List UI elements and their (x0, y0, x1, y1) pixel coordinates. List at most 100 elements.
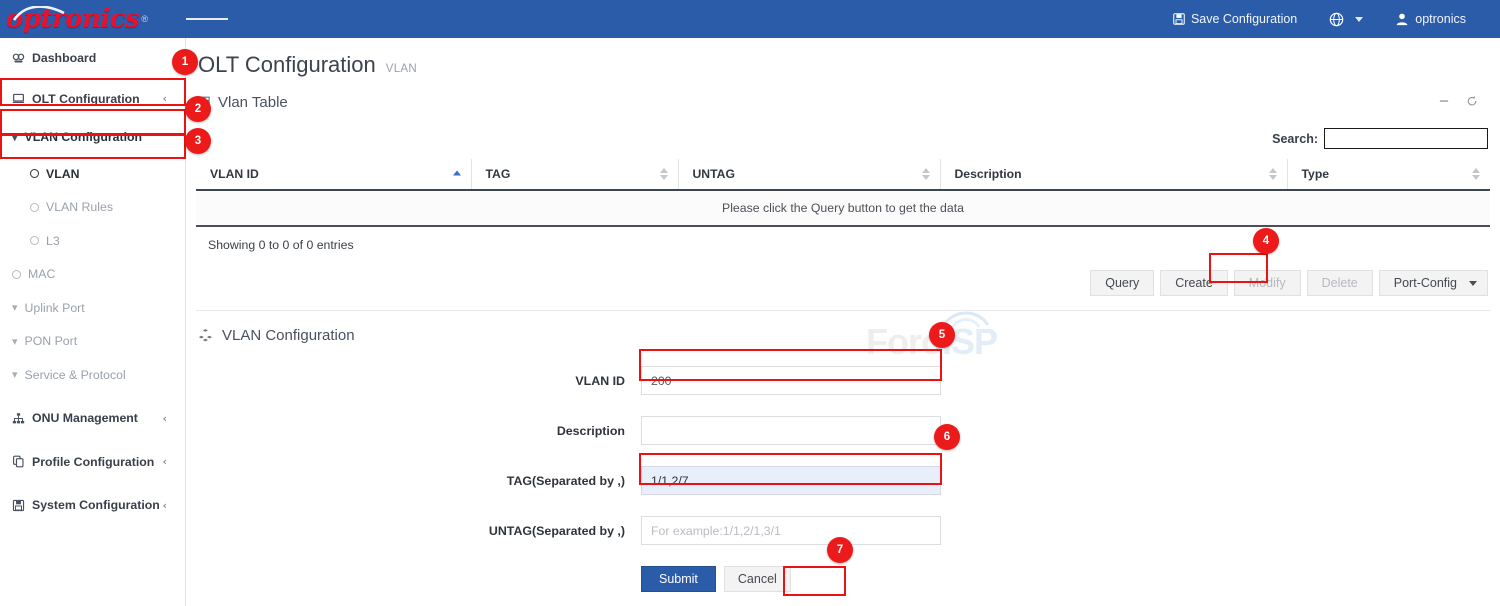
sitemap-icon (12, 412, 32, 425)
form-row-description: Description (186, 416, 1500, 445)
sort-icon (660, 168, 668, 180)
annotation-badge-3: 3 (185, 128, 211, 154)
sidebar-item-dashboard[interactable]: Dashboard (0, 46, 185, 71)
sidebar-item-uplink-port[interactable]: ▾ Uplink Port (0, 296, 185, 321)
ring-icon (30, 169, 39, 178)
username-label: optronics (1415, 12, 1466, 26)
column-header-vlan-id[interactable]: VLAN ID (196, 159, 471, 190)
vlan-table: VLAN ID TAG UNTAG Description (196, 159, 1490, 227)
logo-registered-mark: ® (141, 14, 148, 24)
chevron-down-icon: ▾ (12, 301, 18, 314)
column-header-label: Type (1302, 167, 1330, 181)
table-empty-message: Please click the Query button to get the… (196, 190, 1490, 226)
sidebar-item-pon-port[interactable]: ▾ PON Port (0, 329, 185, 354)
description-input[interactable] (641, 416, 941, 445)
globe-icon (1329, 12, 1344, 27)
page-breadcrumb: VLAN (386, 63, 417, 75)
annotation-badge-2: 2 (185, 96, 211, 122)
hamburger-icon-line (186, 18, 200, 20)
column-header-tag[interactable]: TAG (471, 159, 678, 190)
sidebar-item-mac[interactable]: MAC (0, 262, 185, 287)
sidebar-item-profile-configuration[interactable]: Profile Configuration ‹ (0, 450, 185, 475)
submit-button[interactable]: Submit (641, 566, 716, 592)
sidebar-item-label: PON Port (25, 334, 185, 348)
sidebar-item-system-configuration[interactable]: System Configuration ‹ (0, 493, 185, 518)
column-header-untag[interactable]: UNTAG (678, 159, 940, 190)
form-submit-spacer (186, 566, 641, 592)
monitor-icon (12, 92, 32, 105)
sidebar-item-label: System Configuration (32, 498, 162, 512)
logo-text: optronics (6, 6, 139, 32)
tag-label: TAG(Separated by ,) (186, 474, 641, 488)
sidebar-toggle-button[interactable] (186, 0, 228, 38)
untag-input[interactable] (641, 516, 941, 545)
table-entries-info: Showing 0 to 0 of 0 entries (196, 227, 1490, 252)
vlan-table-panel: Vlan Table Search: (196, 90, 1490, 296)
chevron-down-icon: ▾ (12, 335, 18, 348)
annotation-badge-5: 5 (929, 322, 955, 348)
save-disk-icon (1173, 13, 1185, 25)
user-icon (1395, 12, 1409, 26)
panel-header: Vlan Table (196, 90, 1490, 114)
sidebar-item-label: Service & Protocol (25, 368, 185, 382)
save-disk-icon (12, 499, 32, 512)
cancel-button[interactable]: Cancel (724, 566, 791, 592)
chevron-left-icon: ‹ (162, 499, 185, 512)
refresh-icon[interactable] (1466, 95, 1478, 109)
chevron-down-icon: ▾ (12, 368, 18, 381)
chevron-left-icon: ‹ (162, 455, 185, 468)
vlan-id-input[interactable] (641, 366, 941, 395)
sidebar-item-label: VLAN Configuration (25, 130, 185, 144)
chevron-down-icon: ▾ (12, 131, 18, 144)
chevron-down-icon (1355, 17, 1363, 22)
sort-icon (1269, 168, 1277, 180)
column-header-label: VLAN ID (210, 167, 259, 181)
page-title: OLT Configuration (198, 52, 376, 78)
brand-logo[interactable]: optronics ® (0, 0, 186, 38)
sidebar-item-l3[interactable]: L3 (0, 229, 185, 254)
modify-button[interactable]: Modify (1234, 270, 1301, 296)
column-header-type[interactable]: Type (1287, 159, 1490, 190)
copy-icon (12, 455, 32, 468)
sidebar-item-vlan[interactable]: VLAN (0, 162, 185, 187)
column-header-label: Description (955, 167, 1022, 181)
save-configuration-label: Save Configuration (1191, 12, 1297, 26)
port-config-label: Port-Config (1394, 276, 1457, 290)
search-input[interactable] (1324, 128, 1488, 149)
application-root: optronics ® Save Configuration (0, 0, 1500, 606)
column-header-label: TAG (486, 167, 511, 181)
main-content-area: OLT Configuration VLAN Vlan Table (186, 38, 1500, 606)
sidebar-item-label: ONU Management (32, 411, 162, 425)
panel-title: Vlan Table (218, 94, 288, 111)
minimize-icon[interactable] (1438, 95, 1450, 109)
port-config-button[interactable]: Port-Config (1379, 270, 1488, 296)
sidebar-item-olt-configuration[interactable]: OLT Configuration ‹ (0, 87, 185, 112)
delete-button[interactable]: Delete (1307, 270, 1373, 296)
column-header-label: UNTAG (693, 167, 735, 181)
ring-icon (30, 236, 39, 245)
save-configuration-button[interactable]: Save Configuration (1157, 0, 1313, 38)
annotation-badge-1: 1 (172, 49, 198, 75)
sidebar-item-label: Uplink Port (25, 301, 185, 315)
sidebar-item-service-protocol[interactable]: ▾ Service & Protocol (0, 363, 185, 388)
form-submit-row: Submit Cancel (186, 566, 1500, 592)
create-button[interactable]: Create (1160, 270, 1228, 296)
sort-ascending-icon (453, 171, 461, 178)
table-action-buttons: Query Create Modify Delete Port-Config (196, 270, 1490, 296)
sidebar-item-onu-management[interactable]: ONU Management ‹ (0, 406, 185, 431)
sidebar-item-vlan-configuration[interactable]: ▾ VLAN Configuration (0, 125, 185, 150)
query-button[interactable]: Query (1090, 270, 1154, 296)
hamburger-icon-line (200, 18, 214, 20)
table-search-row: Search: (196, 128, 1490, 149)
page-header: OLT Configuration VLAN (186, 38, 1500, 78)
sidebar-item-label: L3 (46, 234, 185, 248)
language-selector[interactable] (1313, 0, 1379, 38)
vlan-id-label: VLAN ID (186, 374, 641, 388)
sidebar-item-vlan-rules[interactable]: VLAN Rules (0, 195, 185, 220)
ring-icon (30, 203, 39, 212)
table-head: VLAN ID TAG UNTAG Description (196, 159, 1490, 190)
user-menu[interactable]: optronics (1379, 0, 1482, 38)
sidebar-item-label: Dashboard (32, 51, 185, 65)
column-header-description[interactable]: Description (940, 159, 1287, 190)
tag-input[interactable] (641, 466, 941, 495)
